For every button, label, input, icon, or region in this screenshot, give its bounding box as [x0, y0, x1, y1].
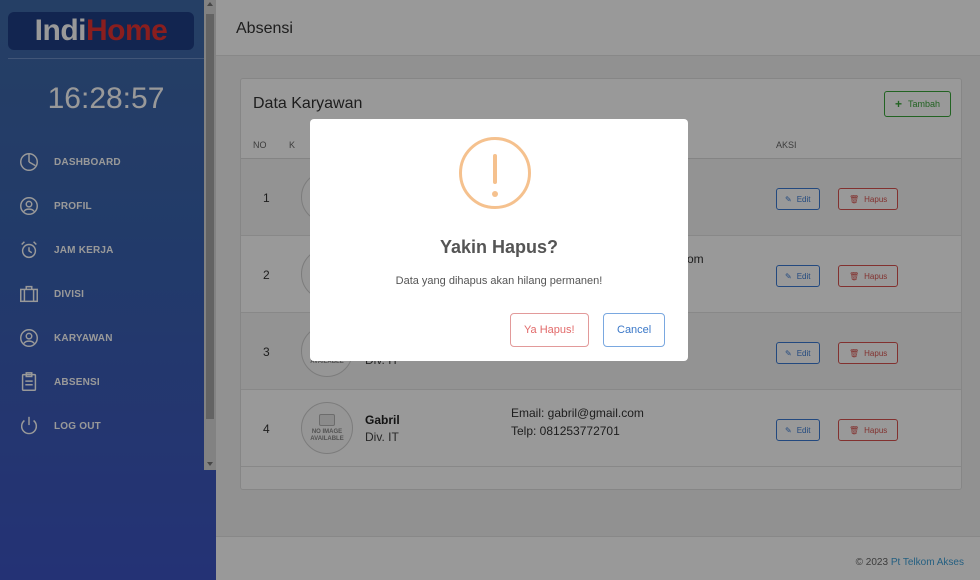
cancel-button[interactable]: Cancel [603, 313, 666, 347]
confirm-delete-dialog: Yakin Hapus? Data yang dihapus akan hila… [310, 119, 688, 361]
dialog-title: Yakin Hapus? [439, 237, 559, 257]
dialog-message: Data yang dihapus akan hilang permanen! [395, 275, 603, 287]
confirm-delete-button[interactable]: Ya Hapus! [510, 313, 589, 347]
warning-icon [459, 137, 531, 209]
